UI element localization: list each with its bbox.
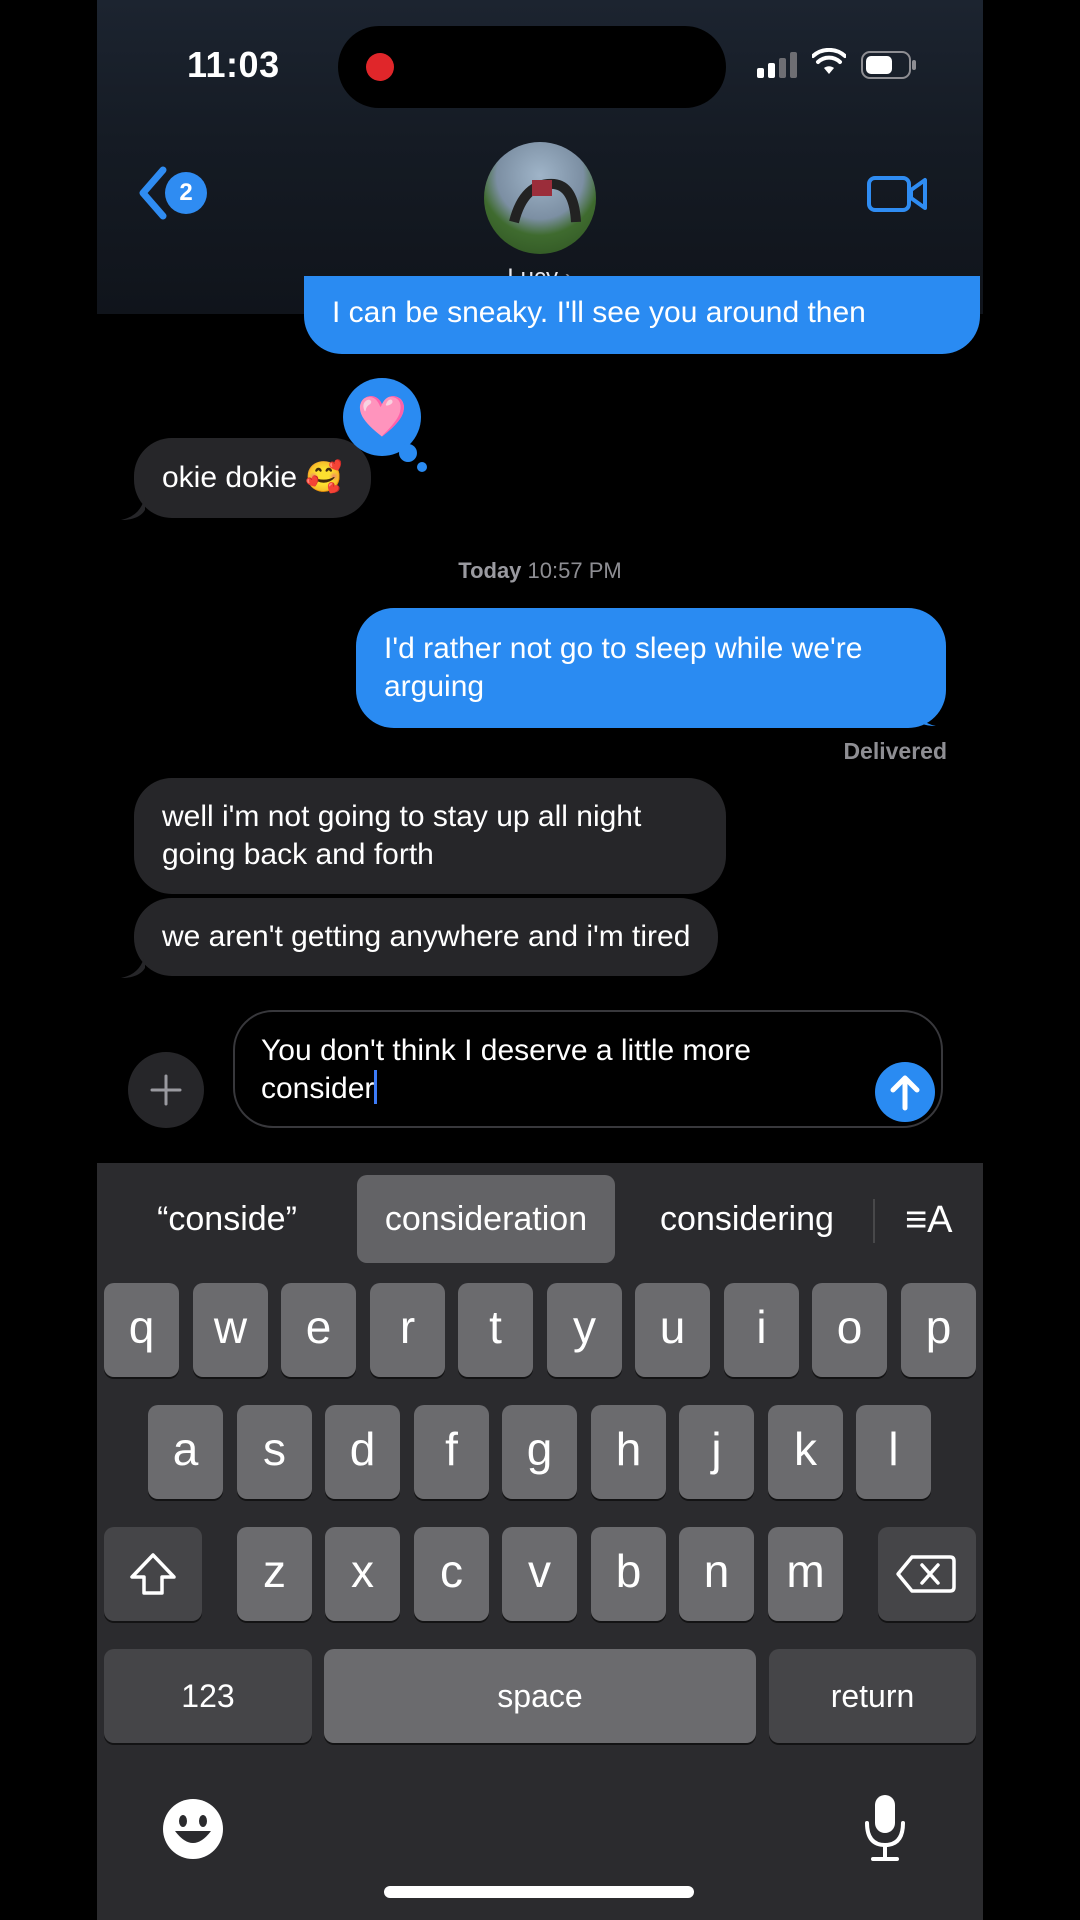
key-p[interactable]: p	[901, 1283, 976, 1377]
key-h[interactable]: h	[591, 1405, 666, 1499]
unread-count-badge[interactable]: 2	[165, 172, 207, 214]
key-w[interactable]: w	[193, 1283, 268, 1377]
key-x[interactable]: x	[325, 1527, 400, 1621]
key-f[interactable]: f	[414, 1405, 489, 1499]
plus-icon	[150, 1074, 182, 1106]
key-a[interactable]: a	[148, 1405, 223, 1499]
recording-indicator-icon	[366, 53, 394, 81]
timestamp-time: 10:57 PM	[527, 558, 622, 583]
bubble-tail	[912, 702, 936, 726]
battery-icon	[861, 51, 916, 79]
dynamic-island	[338, 26, 726, 108]
shift-icon	[130, 1553, 176, 1595]
key-j[interactable]: j	[679, 1405, 754, 1499]
wifi-icon	[812, 48, 846, 74]
send-button[interactable]	[875, 1062, 935, 1122]
key-d[interactable]: d	[325, 1405, 400, 1499]
home-indicator	[384, 1886, 694, 1898]
text-caret	[374, 1070, 378, 1104]
key-v[interactable]: v	[502, 1527, 577, 1621]
numbers-key[interactable]: 123	[104, 1649, 312, 1743]
message-incoming[interactable]: okie dokie 🥰	[134, 438, 371, 518]
suggestion-consideration[interactable]: consideration	[357, 1175, 615, 1263]
facetime-video-icon[interactable]	[867, 174, 929, 214]
suggestion-literal[interactable]: “conside”	[127, 1175, 327, 1263]
delete-backspace-icon	[896, 1555, 956, 1593]
key-c[interactable]: c	[414, 1527, 489, 1621]
message-text: I can be sneaky. I'll see you around the…	[332, 296, 866, 329]
compose-typed-text: You don't think I deserve a little more …	[261, 1034, 751, 1105]
cellular-signal-icon	[757, 52, 797, 78]
message-input-text: You don't think I deserve a little more …	[261, 1032, 841, 1108]
message-input[interactable]: You don't think I deserve a little more …	[233, 1010, 943, 1128]
key-l[interactable]: l	[856, 1405, 931, 1499]
key-g[interactable]: g	[502, 1405, 577, 1499]
key-r[interactable]: r	[370, 1283, 445, 1377]
return-key[interactable]: return	[769, 1649, 976, 1743]
arrow-up-icon	[890, 1075, 920, 1111]
status-time: 11:03	[187, 44, 280, 85]
space-key[interactable]: space	[324, 1649, 756, 1743]
message-outgoing-partial[interactable]: I can be sneaky. I'll see you around the…	[304, 276, 980, 354]
bubble-tail	[121, 496, 145, 520]
key-o[interactable]: o	[812, 1283, 887, 1377]
conversation-header: 11:03 2	[97, 0, 983, 314]
message-incoming[interactable]: we aren't getting anywhere and i'm tired	[134, 898, 719, 976]
key-b[interactable]: b	[591, 1527, 666, 1621]
key-t[interactable]: t	[458, 1283, 533, 1377]
tapback-dot	[399, 444, 417, 462]
tapback-dot	[417, 462, 427, 472]
key-e[interactable]: e	[281, 1283, 356, 1377]
key-n[interactable]: n	[679, 1527, 754, 1621]
message-timestamp: Today 10:57 PM	[97, 558, 983, 584]
text-format-icon[interactable]: ≡A	[905, 1199, 953, 1242]
contact-avatar[interactable]	[484, 142, 596, 254]
add-attachment-button[interactable]	[128, 1052, 204, 1128]
key-s[interactable]: s	[237, 1405, 312, 1499]
key-q[interactable]: q	[104, 1283, 179, 1377]
delivered-status: Delivered	[843, 738, 947, 764]
avatar-photo	[509, 178, 581, 224]
timestamp-day: Today	[458, 558, 522, 583]
key-m[interactable]: m	[768, 1527, 843, 1621]
shift-key[interactable]	[104, 1527, 202, 1621]
key-k[interactable]: k	[768, 1405, 843, 1499]
emoji-icon[interactable]	[161, 1797, 225, 1861]
key-i[interactable]: i	[724, 1283, 799, 1377]
bubble-tail	[121, 954, 145, 978]
message-outgoing[interactable]: I'd rather not go to sleep while we're a…	[356, 608, 946, 728]
key-u[interactable]: u	[635, 1283, 710, 1377]
phone-screen: 11:03 2 I can be sneaky. I'll see you ar…	[97, 0, 983, 1920]
microphone-icon[interactable]	[861, 1793, 909, 1865]
delete-key[interactable]	[878, 1527, 976, 1621]
message-incoming[interactable]: well i'm not going to stay up all night …	[134, 778, 726, 894]
key-z[interactable]: z	[237, 1527, 312, 1621]
suggestion-considering[interactable]: considering	[635, 1175, 859, 1263]
bubble-tail	[912, 330, 936, 354]
suggestion-divider	[873, 1199, 875, 1243]
key-y[interactable]: y	[547, 1283, 622, 1377]
keyboard: “conside” consideration considering ≡A q…	[97, 1163, 983, 1920]
